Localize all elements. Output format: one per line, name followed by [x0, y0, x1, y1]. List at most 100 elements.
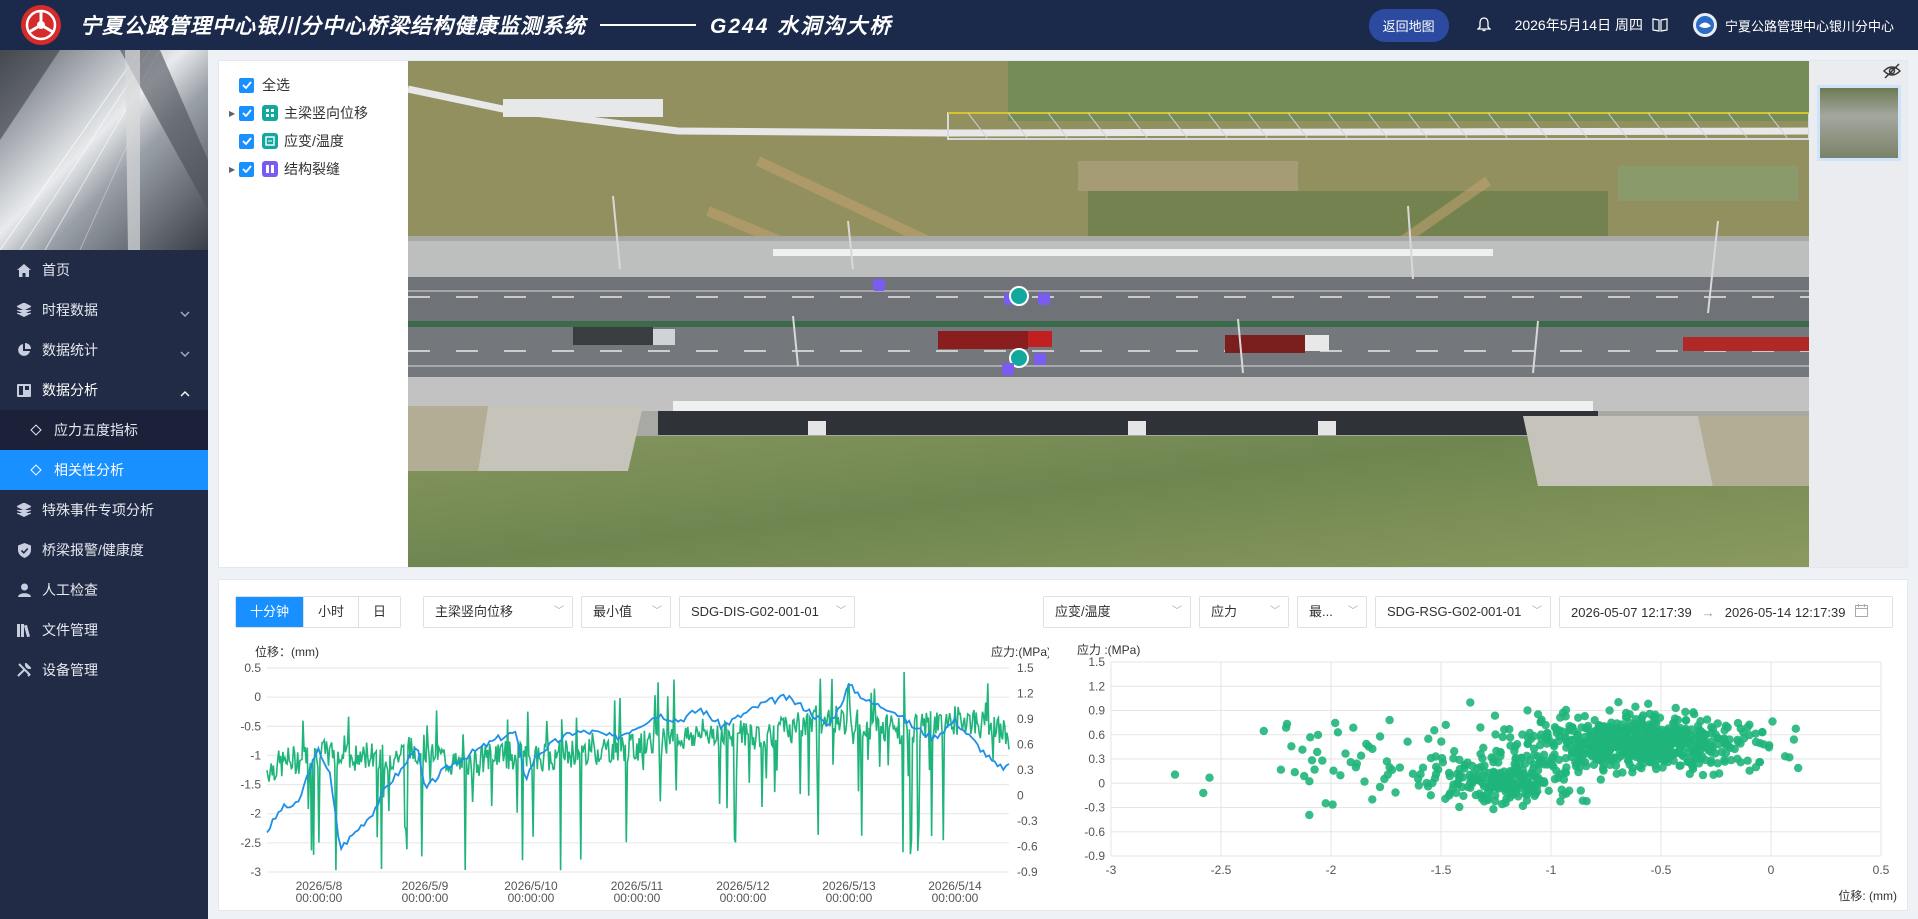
x-tick-label: -2	[1326, 863, 1337, 877]
scatter-point	[1561, 705, 1571, 715]
scatter-point	[1605, 706, 1614, 715]
back-to-map-button[interactable]: 返回地图	[1368, 8, 1449, 42]
right-type-select[interactable]: 应变/温度 ﹀	[1043, 596, 1191, 628]
person-icon	[16, 582, 32, 598]
chevron-down-icon: ﹀	[1532, 606, 1542, 617]
scatter-point	[1515, 784, 1524, 793]
y-tick-label: -0.9	[1084, 849, 1105, 863]
book-icon[interactable]	[1651, 16, 1669, 34]
scatter-point	[1554, 773, 1563, 782]
photo-thumbnail[interactable]	[1817, 85, 1901, 161]
scatter-point	[1625, 760, 1634, 769]
x-tick-label: 0.5	[1873, 863, 1890, 877]
sidebar-item-statistics[interactable]: 数据统计	[0, 330, 208, 370]
y-tick-right-label: -0.6	[1017, 840, 1038, 854]
x-tick-time-label: 00:00:00	[932, 891, 979, 904]
scatter-point	[1548, 760, 1557, 770]
scatter-point	[1506, 733, 1515, 742]
sidebar-item-alarm-health[interactable]: 桥梁报警/健康度	[0, 530, 208, 570]
scatter-point	[1576, 744, 1585, 753]
tree-node-label: 结构裂缝	[284, 161, 340, 177]
scatter-point	[1755, 757, 1765, 767]
scatter-point	[1460, 760, 1469, 770]
scatter-point	[1375, 732, 1385, 741]
home-icon	[16, 262, 32, 278]
sidebar-item-manual-inspection[interactable]: 人工检查	[0, 570, 208, 610]
granularity-day[interactable]: 日	[359, 597, 400, 627]
scatter-point	[1385, 763, 1394, 772]
scatter-chart: 应力 :(MPa) 位移: (mm) 1.5 1.2 0.9 0.6 0.3 0 -0.3 -0.…	[1071, 642, 1901, 907]
scatter-point	[1694, 740, 1703, 749]
date-range-picker[interactable]: 2026-05-07 12:17:39 → 2026-05-14 12:17:3…	[1559, 596, 1893, 628]
y-tick-right-label: 0.3	[1017, 763, 1034, 777]
checkbox-checked-icon[interactable]	[239, 105, 254, 121]
scatter-point	[1755, 739, 1765, 748]
avatar[interactable]	[1692, 13, 1717, 37]
scatter-point	[1622, 727, 1632, 736]
sidebar-item-analysis[interactable]: 数据分析	[0, 370, 208, 410]
y-tick-right-label: 0.9	[1017, 712, 1034, 726]
sidebar-subitem-correlation[interactable]: 相关性分析	[0, 450, 208, 490]
hide-eye-icon[interactable]	[1883, 63, 1901, 82]
sidebar-item-home[interactable]: 首页	[0, 250, 208, 290]
sidebar-item-file-management[interactable]: 文件管理	[0, 610, 208, 650]
sidebar-item-history-data[interactable]: 时程数据	[0, 290, 208, 330]
sidebar-item-device-management[interactable]: 设备管理	[0, 650, 208, 690]
scatter-point	[1298, 745, 1307, 754]
tree-node-strain-temperature[interactable]: 应变/温度	[219, 127, 407, 155]
range-start[interactable]: 2026-05-07 12:17:39	[1571, 605, 1692, 620]
scatter-point	[1743, 756, 1752, 765]
bell-icon[interactable]	[1475, 16, 1493, 34]
scatter-point	[1259, 726, 1268, 736]
chevron-down-icon	[180, 304, 190, 320]
checkbox-checked-icon[interactable]	[239, 77, 254, 93]
scatter-point	[1469, 769, 1478, 778]
scatter-point	[1593, 744, 1602, 754]
caret-right-icon[interactable]: ▶	[229, 165, 239, 174]
diamond-icon	[30, 424, 42, 436]
range-end[interactable]: 2026-05-14 12:17:39	[1725, 605, 1846, 620]
right-metric-select[interactable]: 应力 ﹀	[1199, 596, 1289, 628]
x-axis-label: 位移: (mm)	[1838, 888, 1897, 903]
y-tick-label: -0.6	[1084, 825, 1105, 839]
scatter-point	[1395, 763, 1405, 772]
x-tick-label: -1.5	[1431, 863, 1452, 877]
user-name[interactable]: 宁夏公路管理中心银川分中心	[1725, 16, 1894, 35]
scatter-point	[1663, 732, 1673, 742]
scatter-point	[1663, 747, 1672, 756]
sidebar-subitem-stress-index[interactable]: 应力五度指标	[0, 410, 208, 450]
y-tick-label: 1.2	[1088, 679, 1105, 693]
x-tick-time-label: 00:00:00	[508, 891, 555, 904]
pie-chart-icon	[16, 342, 32, 358]
granularity-hour[interactable]: 小时	[304, 597, 360, 627]
left-stat-select[interactable]: 最小值 ﹀	[581, 596, 671, 628]
tree-node-select-all[interactable]: 全选	[219, 71, 407, 99]
checkbox-checked-icon[interactable]	[239, 161, 254, 177]
scatter-point	[1360, 777, 1369, 786]
select-value: 应力	[1211, 604, 1238, 619]
scatter-point	[1533, 781, 1542, 790]
tree-node-girder-displacement[interactable]: ▶ 主梁竖向位移	[219, 99, 407, 127]
left-sensor-select[interactable]: SDG-DIS-G02-001-01 ﹀	[679, 596, 855, 628]
left-type-select[interactable]: 主梁竖向位移 ﹀	[423, 596, 573, 628]
scatter-point	[1490, 711, 1500, 720]
bridge-aerial-photo[interactable]	[408, 61, 1809, 567]
scatter-point	[1170, 770, 1180, 779]
select-value: 应变/温度	[1055, 604, 1111, 619]
y-tick-right-label: -0.9	[1017, 865, 1038, 879]
calendar-icon[interactable]	[1855, 604, 1869, 620]
y-tick-label: 0.6	[1088, 728, 1105, 742]
granularity-ten-minutes[interactable]: 十分钟	[236, 597, 305, 627]
right-sensor-select[interactable]: SDG-RSG-G02-001-01 ﹀	[1375, 596, 1551, 628]
scatter-point	[1522, 796, 1532, 805]
logo-icon	[16, 0, 66, 50]
x-tick-label: -0.5	[1651, 863, 1672, 877]
scatter-point	[1698, 770, 1708, 780]
caret-right-icon[interactable]: ▶	[229, 109, 239, 118]
right-stat-select[interactable]: 最... ﹀	[1297, 596, 1367, 628]
chevron-down-icon: ﹀	[1348, 606, 1358, 617]
checkbox-checked-icon[interactable]	[239, 133, 254, 149]
tree-node-crack[interactable]: ▶ 结构裂缝	[219, 155, 407, 183]
sidebar-item-special-events[interactable]: 特殊事件专项分析	[0, 490, 208, 530]
scatter-point	[1711, 730, 1720, 739]
